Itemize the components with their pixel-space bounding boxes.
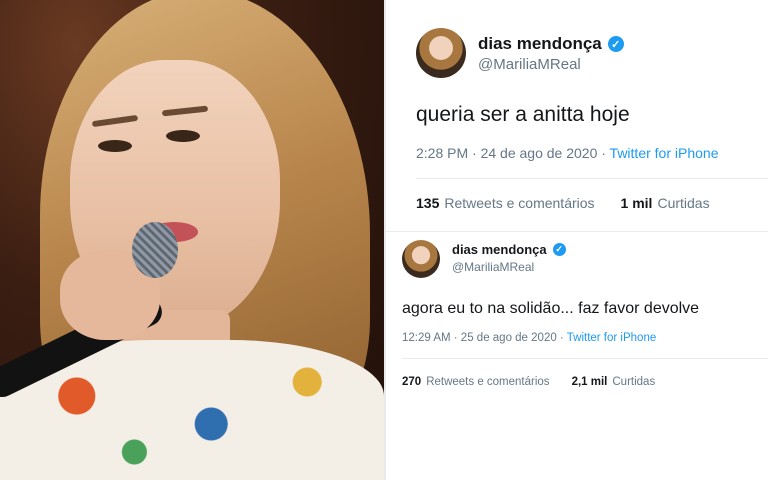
user-handle[interactable]: @MariliaMReal <box>478 56 581 73</box>
tweet-timestamp[interactable]: 2:28 PM · 24 de ago de 2020 · <box>416 145 610 161</box>
divider <box>416 178 768 179</box>
tweet-panel: dias mendonça ✓ @MariliaMReal queria ser… <box>386 0 768 480</box>
likes-label: Curtidas <box>657 195 710 211</box>
tweet-stats: 135 Retweets e comentários 1 mil Curtidas <box>416 195 710 211</box>
tweet-text: queria ser a anitta hoje <box>416 103 630 126</box>
tweet-card: dias mendonça ✓ @MariliaMReal agora eu t… <box>386 232 768 400</box>
tweet-timestamp[interactable]: 12:29 AM · 25 de ago de 2020 · <box>402 332 567 344</box>
retweets-count: 270 <box>402 376 422 388</box>
right-eye <box>166 130 200 142</box>
author-row: dias mendonça ✓ <box>452 242 566 257</box>
retweets-count: 135 <box>416 195 440 211</box>
retweets-stat[interactable]: 135 Retweets e comentários <box>416 195 595 211</box>
likes-count: 2,1 mil <box>571 376 608 388</box>
tweet-source-link[interactable]: Twitter for iPhone <box>567 332 656 344</box>
retweets-label: Retweets e comentários <box>426 376 550 388</box>
display-name[interactable]: dias mendonça <box>478 34 602 54</box>
likes-stat[interactable]: 1 mil Curtidas <box>621 195 710 211</box>
retweets-label: Retweets e comentários <box>444 195 595 211</box>
microphone-icon <box>132 222 178 278</box>
avatar[interactable] <box>402 240 440 278</box>
likes-stat[interactable]: 2,1 mil Curtidas <box>572 376 656 388</box>
tweet-stats: 270 Retweets e comentários 2,1 mil Curtida… <box>402 376 655 388</box>
tweet-meta: 12:29 AM · 25 de ago de 2020 · Twitter f… <box>402 332 656 344</box>
left-eye <box>98 140 132 152</box>
user-handle[interactable]: @MariliaMReal <box>452 260 534 274</box>
singer-photo <box>0 0 384 480</box>
retweets-stat[interactable]: 270 Retweets e comentários <box>402 376 550 388</box>
likes-label: Curtidas <box>612 376 656 388</box>
avatar[interactable] <box>416 28 466 78</box>
verified-badge-icon: ✓ <box>552 243 566 256</box>
display-name[interactable]: dias mendonça <box>452 242 547 257</box>
likes-count: 1 mil <box>620 195 653 211</box>
tweet-text: agora eu to na solidão... faz favor devo… <box>402 300 700 317</box>
tweet-card: dias mendonça ✓ @MariliaMReal queria ser… <box>386 0 768 232</box>
tweet-source-link[interactable]: Twitter for iPhone <box>610 145 719 161</box>
divider <box>402 358 768 359</box>
tweet-meta: 2:28 PM · 24 de ago de 2020 · Twitter fo… <box>416 145 718 161</box>
author-row: dias mendonça ✓ <box>478 34 624 54</box>
verified-badge-icon: ✓ <box>607 36 624 52</box>
